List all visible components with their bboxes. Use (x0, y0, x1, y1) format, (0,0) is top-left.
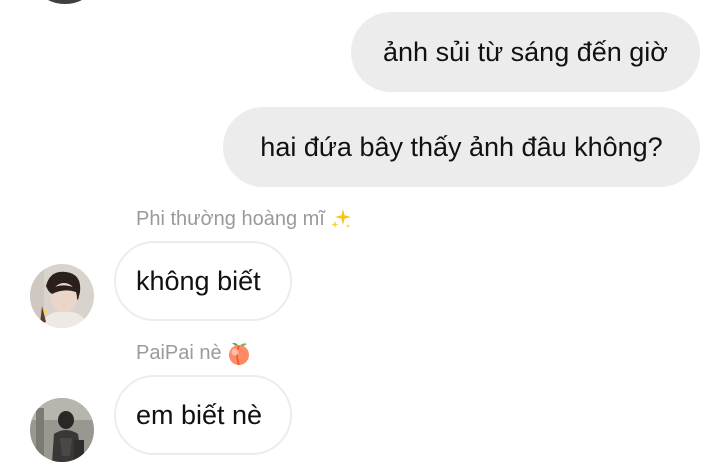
incoming-message-bubble[interactable]: em biết nè (114, 375, 292, 455)
chat-thread: ảnh sủi từ sáng đến giờ hai đứa bây thấy… (0, 0, 720, 472)
message-text: ảnh sủi từ sáng đến giờ (383, 36, 668, 67)
peach-icon (226, 340, 252, 366)
incoming-message-bubble[interactable]: không biết (114, 241, 292, 321)
outgoing-message-bubble[interactable]: hai đứa bây thấy ảnh đâu không? (223, 107, 700, 187)
sender-name: PaiPai nè (136, 340, 252, 366)
avatar[interactable] (30, 398, 94, 462)
sender-name: Phi thường hoàng mĩ (136, 207, 353, 231)
message-text: không biết (136, 265, 261, 296)
outgoing-message-bubble[interactable]: ảnh sủi từ sáng đến giờ (351, 12, 700, 92)
message-text: em biết nè (136, 399, 263, 430)
avatar[interactable] (30, 264, 94, 328)
sparkles-icon (329, 207, 353, 231)
message-text: hai đứa bây thấy ảnh đâu không? (260, 131, 663, 162)
avatar[interactable] (40, 0, 90, 4)
sender-name-text: Phi thường hoàng mĩ (136, 207, 325, 230)
sender-name-text: PaiPai nè (136, 341, 222, 364)
